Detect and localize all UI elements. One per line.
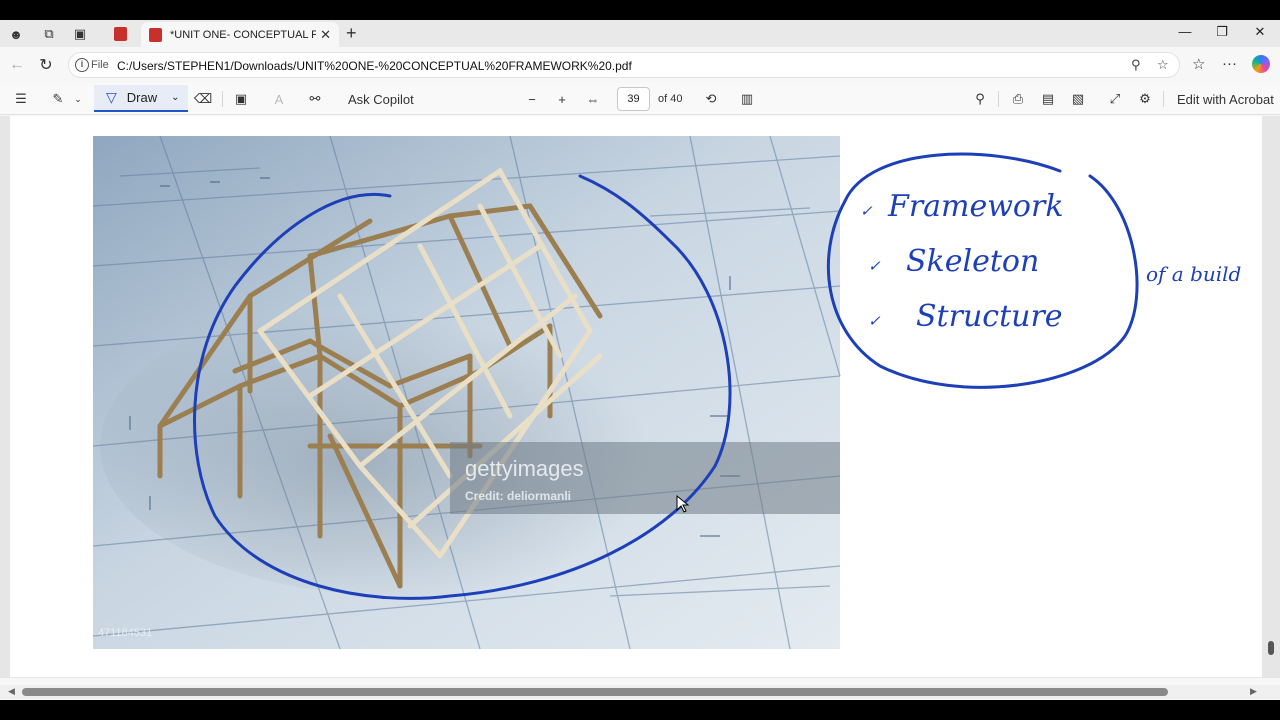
stock-id: 471184531 (98, 627, 152, 639)
close-tab-icon[interactable]: ✕ (320, 27, 331, 43)
pen-icon: ▽ (106, 89, 117, 105)
restore-button[interactable]: ❐ (1207, 24, 1237, 40)
vertical-scrollbar[interactable] (1266, 116, 1276, 678)
check-mark-2: ✓ (868, 257, 881, 275)
highlight-dropdown-icon[interactable]: ⌄ (72, 89, 84, 109)
save-icon[interactable]: ▤ (1039, 89, 1057, 109)
browser-window: ☻ ⧉ ▣ *UNIT ONE- CONCEPTUAL FRAME ✕ + — … (0, 20, 1280, 700)
blueprint-photo: gettyimages Credit: deliormanli 47118453… (92, 135, 841, 650)
refresh-button[interactable]: ↻ (36, 55, 56, 75)
zoom-out-icon[interactable]: − (524, 89, 540, 109)
minimize-button[interactable]: — (1170, 24, 1200, 39)
text-box-icon[interactable]: ▣ (232, 89, 250, 109)
url-scheme: File (91, 59, 109, 71)
print-icon[interactable]: ⎙ (1009, 89, 1027, 109)
tab-strip: ☻ ⧉ ▣ *UNIT ONE- CONCEPTUAL FRAME ✕ + — … (0, 20, 1280, 47)
pdf-page[interactable]: gettyimages Credit: deliormanli 47118453… (10, 116, 1262, 677)
watermark-brand: gettyimages (465, 456, 584, 481)
check-mark-1: ✓ (860, 202, 873, 220)
copilot-icon[interactable] (1252, 55, 1270, 73)
zoom-icon[interactable]: ⚲ (1131, 57, 1141, 73)
draw-dropdown-icon[interactable]: ⌄ (171, 92, 179, 103)
page-canvas: gettyimages Credit: deliormanli 47118453… (92, 135, 1241, 650)
save-as-icon[interactable]: ▧ (1069, 89, 1087, 109)
note-framework: Framework (887, 189, 1064, 224)
divider (1163, 91, 1164, 107)
page-number-input[interactable]: 39 (617, 87, 650, 111)
watermark-credit: Credit: deliormanli (465, 489, 571, 503)
fullscreen-icon[interactable]: ⤢ (1106, 89, 1124, 109)
page-total: of 40 (658, 93, 683, 105)
more-menu-icon[interactable]: ··· (1222, 55, 1237, 72)
address-row: ← ↻ i File C:/Users/STEPHEN1/Downloads/U… (0, 47, 1280, 83)
highlight-icon[interactable]: ✎ (48, 89, 68, 109)
note-structure: Structure (916, 299, 1063, 334)
back-button[interactable]: ← (7, 55, 27, 75)
active-tab[interactable]: *UNIT ONE- CONCEPTUAL FRAME ✕ (141, 22, 339, 47)
contents-icon[interactable]: ☰ (12, 89, 30, 109)
handwritten-notes: ✓ Framework ✓ Skeleton ✓ Structure of a … (860, 189, 1241, 334)
translate-icon[interactable]: ⚯ (305, 89, 325, 109)
eraser-icon[interactable]: ⌫ (194, 89, 212, 109)
settings-gear-icon[interactable]: ⚙ (1136, 89, 1154, 109)
fit-page-icon[interactable]: ⇔ (584, 89, 602, 109)
workspaces-icon[interactable]: ⧉ (40, 25, 58, 43)
url-text[interactable]: C:/Users/STEPHEN1/Downloads/UNIT%20ONE-%… (117, 59, 632, 73)
note-skeleton: Skeleton (906, 244, 1039, 279)
document-viewport: gettyimages Credit: deliormanli 47118453… (0, 116, 1280, 678)
check-mark-3: ✓ (868, 312, 881, 330)
favorite-star-icon[interactable]: ☆ (1157, 57, 1169, 73)
info-icon[interactable]: i (75, 58, 89, 72)
divider (222, 91, 223, 107)
scroll-right-icon[interactable]: ▶ (1250, 686, 1257, 697)
favorites-icon[interactable]: ☆ (1192, 55, 1205, 73)
pdf-tab-icon[interactable] (111, 25, 129, 43)
vertical-scroll-thumb[interactable] (1268, 641, 1274, 655)
zoom-in-icon[interactable]: + (554, 89, 570, 109)
horizontal-scrollbar[interactable]: ◀ ▶ (0, 685, 1280, 699)
search-icon[interactable]: ⚲ (971, 89, 989, 109)
new-tab-button[interactable]: + (346, 23, 357, 44)
address-bar[interactable]: i File C:/Users/STEPHEN1/Downloads/UNIT%… (68, 52, 1180, 78)
pdf-icon (149, 27, 162, 42)
ask-copilot-button[interactable]: Ask Copilot (348, 89, 414, 109)
draw-button[interactable]: ▽ Draw ⌄ (94, 85, 188, 112)
tab-title: *UNIT ONE- CONCEPTUAL FRAME (170, 28, 317, 41)
profile-icon[interactable]: ☻ (7, 25, 25, 43)
page-view-icon[interactable]: ▥ (738, 89, 756, 109)
scroll-left-icon[interactable]: ◀ (8, 686, 15, 697)
draw-label: Draw (126, 90, 158, 105)
pdf-toolbar: ☰ ✎ ⌄ ▽ Draw ⌄ ⌫ ▣ A ⚯ Ask Copilot − + ⇔… (0, 83, 1280, 115)
note-of-a-build: of a build (1146, 262, 1241, 286)
divider (998, 91, 999, 107)
rotate-icon[interactable]: ⟲ (702, 89, 720, 109)
tab-actions-icon[interactable]: ▣ (71, 25, 89, 43)
read-aloud-icon: A (274, 91, 284, 107)
close-window-button[interactable]: ✕ (1245, 24, 1275, 40)
edit-with-acrobat-button[interactable]: Edit with Acrobat (1177, 89, 1274, 109)
horizontal-scroll-thumb[interactable] (22, 688, 1168, 696)
